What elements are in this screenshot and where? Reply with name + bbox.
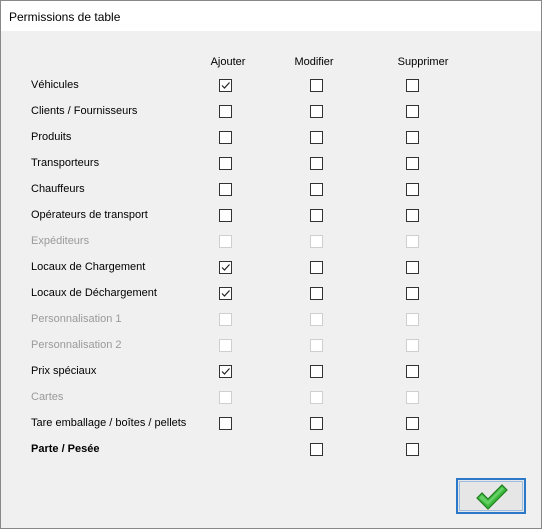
row-label-locaux-de-chargement: Locaux de Chargement	[31, 261, 146, 273]
dialog-title: Permissions de table	[9, 10, 121, 24]
checkbox-supprimer-transporteurs[interactable]	[406, 157, 419, 170]
column-header-supprimer: Supprimer	[397, 56, 449, 68]
checkbox-supprimer-expediteurs	[406, 235, 419, 248]
checkbox-ajouter-transporteurs[interactable]	[219, 157, 232, 170]
row-label-locaux-de-dechargement: Locaux de Déchargement	[31, 287, 157, 299]
checkbox-supprimer-chauffeurs[interactable]	[406, 183, 419, 196]
checkbox-ajouter-cartes	[219, 391, 232, 404]
checkbox-supprimer-parte-pesee[interactable]	[406, 443, 419, 456]
checkbox-supprimer-prix-speciaux[interactable]	[406, 365, 419, 378]
ok-button[interactable]	[456, 478, 526, 514]
row-label-cartes: Cartes	[31, 391, 64, 403]
checkbox-ajouter-chauffeurs[interactable]	[219, 183, 232, 196]
checkbox-ajouter-prix-speciaux[interactable]	[219, 365, 232, 378]
checkbox-supprimer-personnalisation-2	[406, 339, 419, 352]
title-bar: Permissions de table	[1, 1, 541, 31]
checkbox-modifier-vehicules[interactable]	[310, 79, 323, 92]
checkbox-ajouter-clients-fournisseurs[interactable]	[219, 105, 232, 118]
row-label-prix-speciaux: Prix spéciaux	[31, 365, 97, 377]
row-label-chauffeurs: Chauffeurs	[31, 183, 85, 195]
checkbox-ajouter-produits[interactable]	[219, 131, 232, 144]
checkbox-modifier-clients-fournisseurs[interactable]	[310, 105, 323, 118]
row-label-personnalisation-2: Personnalisation 2	[31, 339, 122, 351]
row-label-parte-pesee: Parte / Pesée	[31, 443, 100, 455]
checkbox-ajouter-expediteurs	[219, 235, 232, 248]
checkbox-supprimer-cartes	[406, 391, 419, 404]
checkbox-modifier-produits[interactable]	[310, 131, 323, 144]
row-label-transporteurs: Transporteurs	[31, 157, 100, 169]
checkbox-supprimer-operateurs-de-transport[interactable]	[406, 209, 419, 222]
row-label-personnalisation-1: Personnalisation 1	[31, 313, 122, 325]
checkbox-modifier-personnalisation-2	[310, 339, 323, 352]
checkbox-supprimer-locaux-de-dechargement[interactable]	[406, 287, 419, 300]
row-label-vehicules: Véhicules	[31, 79, 79, 91]
checkbox-modifier-personnalisation-1	[310, 313, 323, 326]
checkbox-supprimer-locaux-de-chargement[interactable]	[406, 261, 419, 274]
checkbox-supprimer-tare-emballage-boites-pellets[interactable]	[406, 417, 419, 430]
checkbox-modifier-locaux-de-chargement[interactable]	[310, 261, 323, 274]
checkbox-modifier-transporteurs[interactable]	[310, 157, 323, 170]
checkbox-ajouter-personnalisation-1	[219, 313, 232, 326]
row-label-expediteurs: Expéditeurs	[31, 235, 90, 247]
checkbox-supprimer-clients-fournisseurs[interactable]	[406, 105, 419, 118]
row-label-produits: Produits	[31, 131, 72, 143]
checkbox-ajouter-personnalisation-2	[219, 339, 232, 352]
column-header-modifier: Modifier	[294, 56, 334, 68]
checkbox-modifier-locaux-de-dechargement[interactable]	[310, 287, 323, 300]
checkbox-modifier-tare-emballage-boites-pellets[interactable]	[310, 417, 323, 430]
permissions-dialog: Permissions de table Ajouter Modifier Su…	[0, 0, 542, 529]
green-checkmark-icon	[476, 484, 508, 510]
checkbox-ajouter-vehicules[interactable]	[219, 79, 232, 92]
column-header-ajouter: Ajouter	[210, 56, 246, 68]
checkbox-supprimer-produits[interactable]	[406, 131, 419, 144]
row-label-operateurs-de-transport: Opérateurs de transport	[31, 209, 148, 221]
checkbox-ajouter-locaux-de-chargement[interactable]	[219, 261, 232, 274]
checkbox-modifier-parte-pesee[interactable]	[310, 443, 323, 456]
checkbox-modifier-prix-speciaux[interactable]	[310, 365, 323, 378]
checkbox-modifier-expediteurs	[310, 235, 323, 248]
checkbox-ajouter-operateurs-de-transport[interactable]	[219, 209, 232, 222]
checkbox-supprimer-personnalisation-1	[406, 313, 419, 326]
row-label-clients-fournisseurs: Clients / Fournisseurs	[31, 105, 138, 117]
checkbox-modifier-chauffeurs[interactable]	[310, 183, 323, 196]
checkbox-modifier-cartes	[310, 391, 323, 404]
checkbox-modifier-operateurs-de-transport[interactable]	[310, 209, 323, 222]
checkbox-ajouter-tare-emballage-boites-pellets[interactable]	[219, 417, 232, 430]
row-label-tare-emballage-boites-pellets: Tare emballage / boîtes / pellets	[31, 417, 187, 429]
checkbox-supprimer-vehicules[interactable]	[406, 79, 419, 92]
checkbox-ajouter-locaux-de-dechargement[interactable]	[219, 287, 232, 300]
